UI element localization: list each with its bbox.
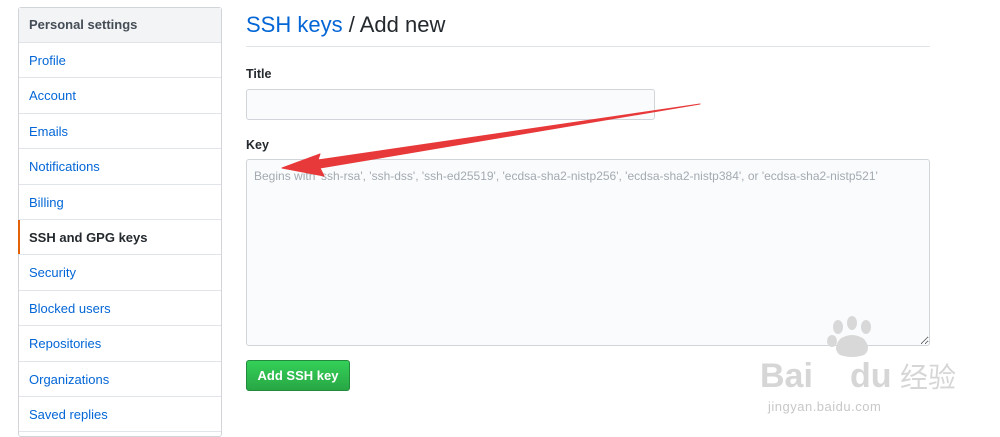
title-input[interactable] bbox=[246, 89, 655, 120]
sidebar-item-notifications[interactable]: Notifications bbox=[19, 149, 221, 185]
add-ssh-key-button[interactable]: Add SSH key bbox=[246, 360, 350, 391]
sidebar-item-emails[interactable]: Emails bbox=[19, 114, 221, 150]
sidebar-header: Personal settings bbox=[19, 8, 221, 43]
sidebar-item-saved-replies[interactable]: Saved replies bbox=[19, 397, 221, 433]
sidebar-item-organizations[interactable]: Organizations bbox=[19, 362, 221, 397]
sidebar-item-security[interactable]: Security bbox=[19, 255, 221, 291]
watermark-url: jingyan.baidu.com bbox=[768, 399, 882, 414]
title-divider bbox=[246, 46, 930, 47]
breadcrumb-ssh-keys-link[interactable]: SSH keys bbox=[246, 12, 343, 37]
svg-text:经验: 经验 bbox=[900, 361, 956, 394]
baidu-paw-logo: Bai du 经验 bbox=[760, 316, 956, 395]
title-label: Title bbox=[246, 67, 272, 81]
sidebar-item-billing[interactable]: Billing bbox=[19, 185, 221, 220]
sidebar-item-repositories[interactable]: Repositories bbox=[19, 326, 221, 362]
key-label: Key bbox=[246, 138, 269, 152]
page-title: SSH keys / Add new bbox=[246, 12, 445, 38]
svg-text:du: du bbox=[850, 357, 892, 395]
baidu-watermark: Bai du 经验 jingyan.baidu.com bbox=[760, 315, 960, 415]
sidebar-item-ssh-gpg-keys[interactable]: SSH and GPG keys bbox=[18, 219, 221, 256]
breadcrumb-separator: / bbox=[342, 12, 360, 37]
breadcrumb-current: Add new bbox=[359, 12, 446, 37]
settings-sidebar: Personal settings Profile Account Emails… bbox=[18, 7, 222, 437]
svg-text:Bai: Bai bbox=[760, 357, 813, 395]
sidebar-item-blocked-users[interactable]: Blocked users bbox=[19, 291, 221, 327]
sidebar-item-account[interactable]: Account bbox=[19, 78, 221, 114]
sidebar-item-profile[interactable]: Profile bbox=[19, 43, 221, 79]
